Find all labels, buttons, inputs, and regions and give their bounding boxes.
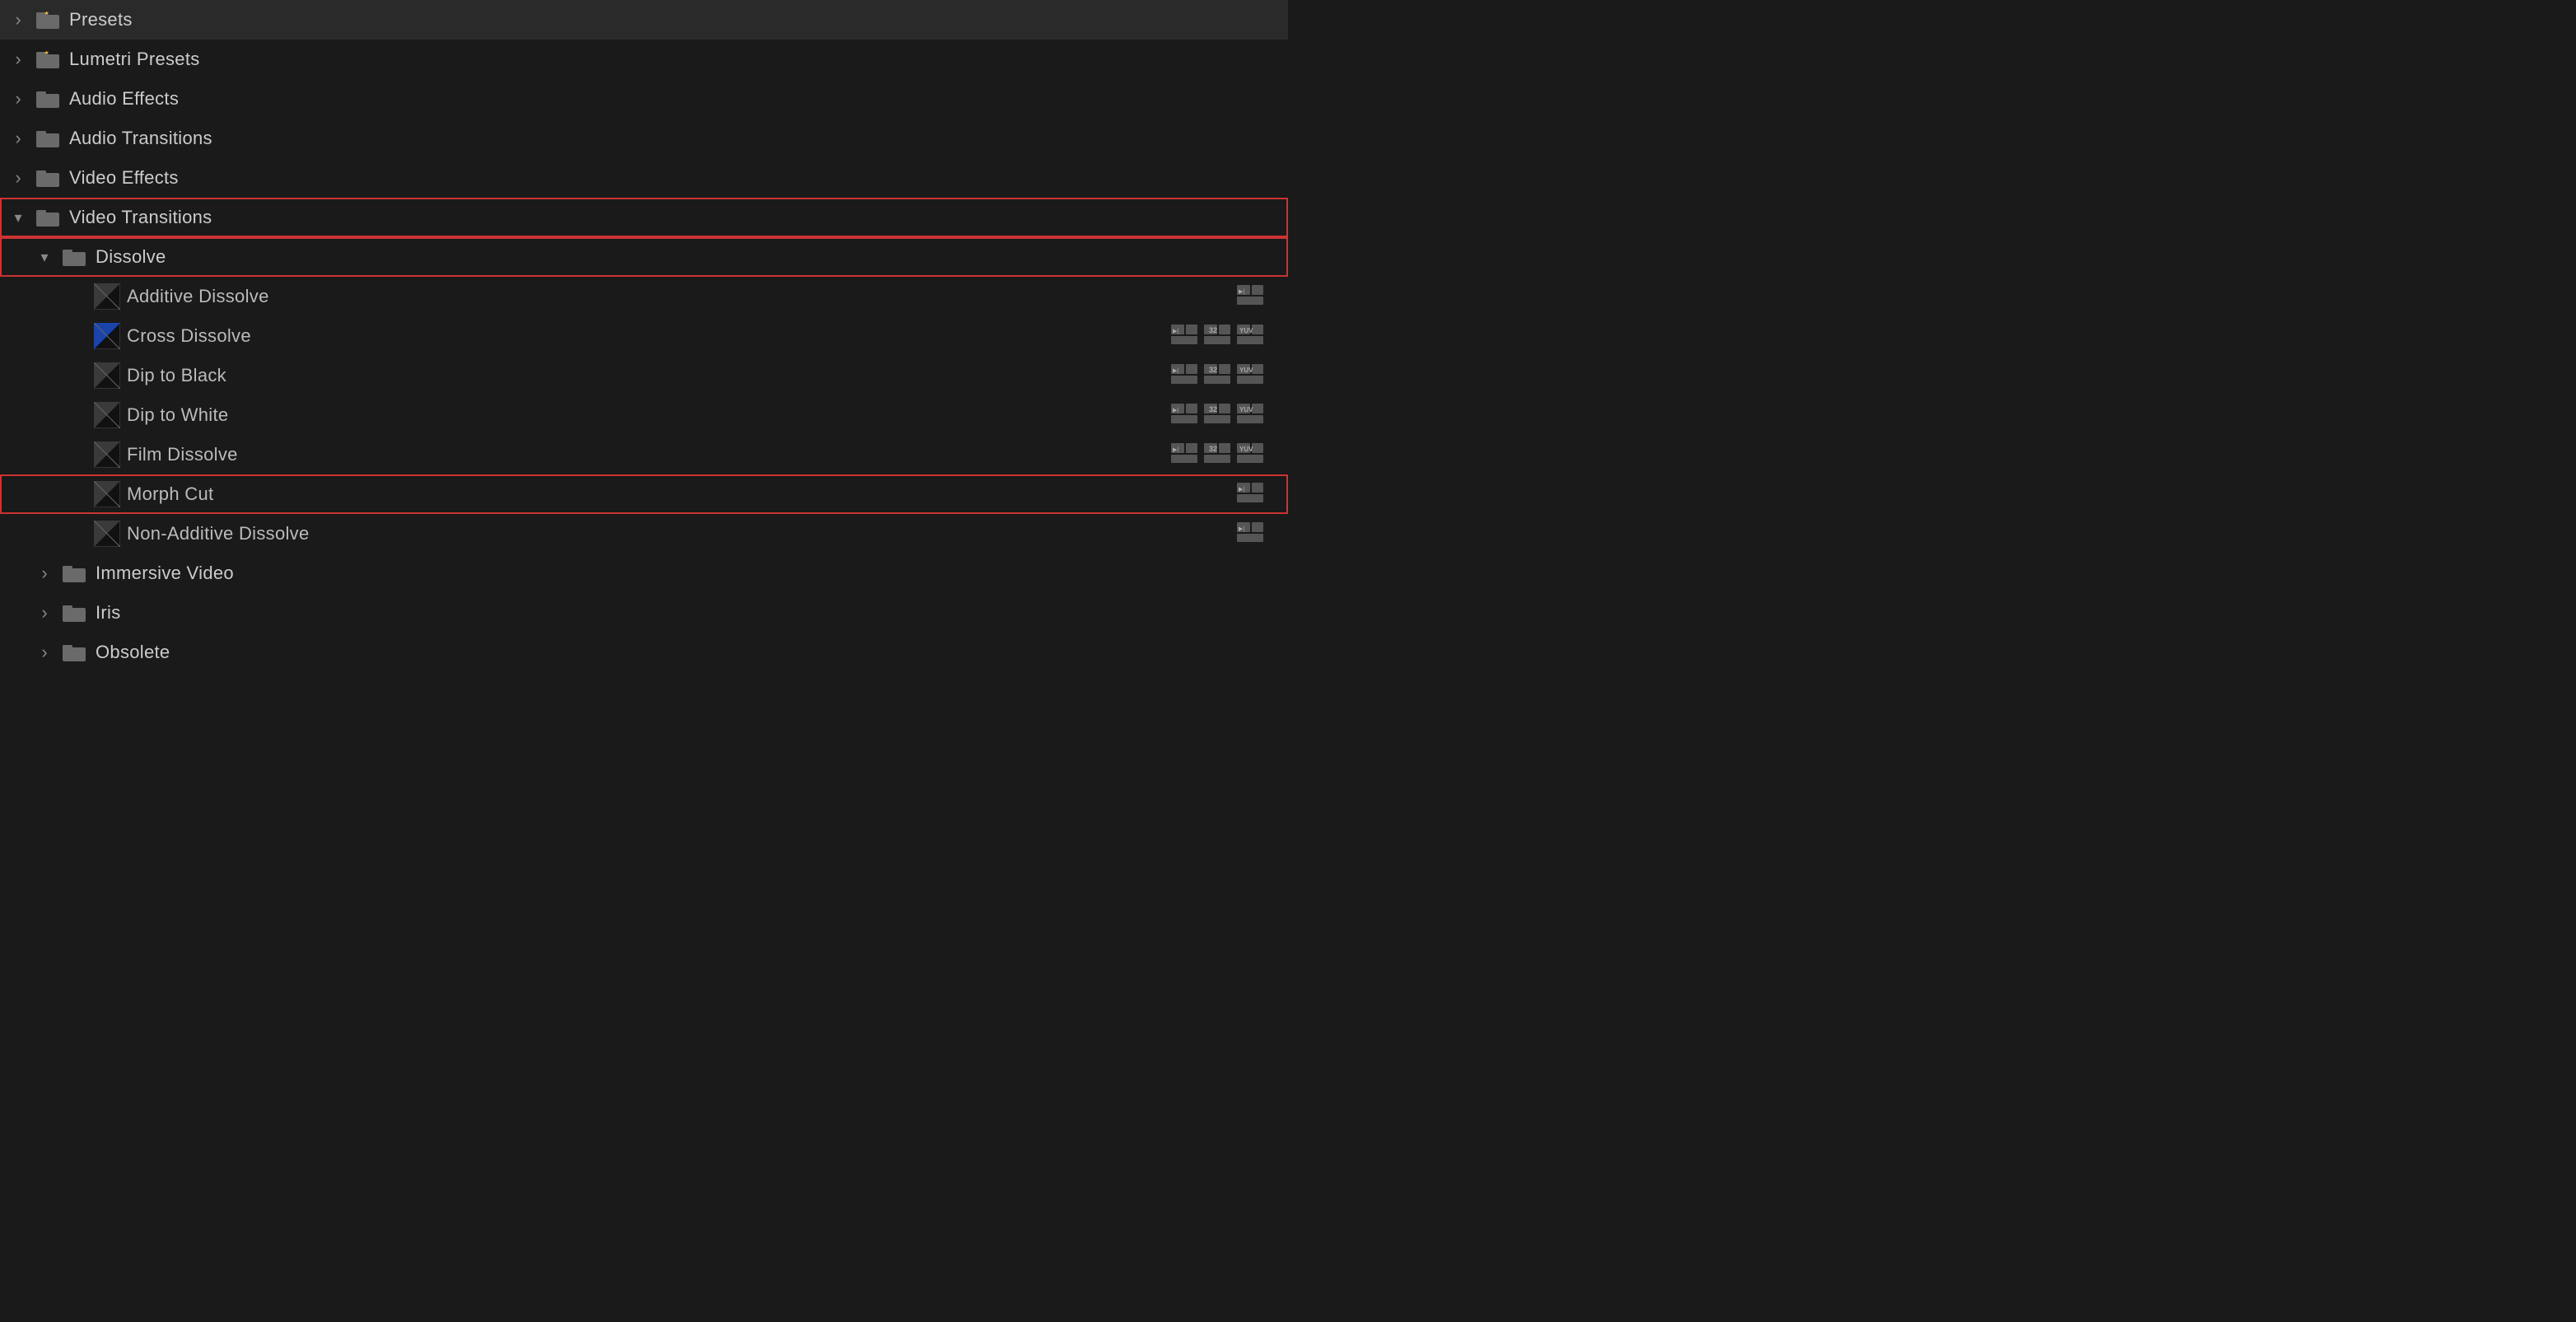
folder-icon [33, 166, 64, 190]
folder-icon [33, 86, 64, 111]
transition-icon [92, 361, 122, 390]
folder-icon [59, 245, 91, 269]
tree-item-obsolete[interactable]: › Obsolete [0, 633, 1288, 672]
badge-accelerated: ▶| [1235, 283, 1265, 311]
svg-text:YUV: YUV [1239, 327, 1253, 334]
chevron-icon[interactable]: › [33, 601, 56, 624]
item-label: Dip to White [127, 404, 1169, 426]
tree-item-iris[interactable]: › Iris [0, 593, 1288, 633]
folder-icon [33, 205, 64, 230]
chevron-icon[interactable]: › [7, 87, 30, 110]
folder-icon [59, 640, 91, 665]
badges-container: ▶| 32 YUV [1169, 362, 1265, 390]
chevron-icon[interactable]: ▾ [33, 245, 56, 269]
tree-item-video-transitions[interactable]: ▾ Video Transitions [0, 198, 1288, 237]
effects-panel: › Presets› Lumetri Presets› Audio Effect… [0, 0, 1288, 672]
chevron-icon[interactable]: › [7, 48, 30, 71]
tree-item-lumetri-presets[interactable]: › Lumetri Presets [0, 40, 1288, 79]
item-label: Audio Transitions [69, 128, 1281, 149]
badge-yuv: YUV [1235, 441, 1265, 469]
badges-container: ▶| 32 YUV [1169, 402, 1265, 429]
folder-icon [59, 600, 91, 625]
tree-item-morph-cut[interactable]: Morph Cut ▶| [0, 474, 1288, 514]
folder-icon [33, 7, 64, 32]
transition-icon [92, 282, 122, 311]
chevron-icon[interactable]: › [33, 641, 56, 664]
item-label: Morph Cut [127, 483, 1235, 505]
item-label: Obsolete [96, 642, 1281, 663]
badges-container: ▶| 32 YUV [1169, 323, 1265, 350]
badge-accelerated: ▶| [1169, 441, 1199, 469]
item-label: Lumetri Presets [69, 49, 1281, 70]
transition-icon [92, 479, 122, 509]
item-label: Cross Dissolve [127, 325, 1169, 347]
folder-icon [33, 47, 64, 72]
badge-32bit: 32 [1202, 441, 1232, 469]
svg-text:YUV: YUV [1239, 406, 1253, 413]
tree-item-additive-dissolve[interactable]: Additive Dissolve ▶| [0, 277, 1288, 316]
item-label: Film Dissolve [127, 444, 1169, 465]
badges-container: ▶| [1235, 481, 1265, 508]
badge-32bit: 32 [1202, 362, 1232, 390]
item-label: Audio Effects [69, 88, 1281, 110]
chevron-icon[interactable]: › [33, 562, 56, 585]
svg-text:32: 32 [1209, 326, 1217, 334]
tree-item-audio-effects[interactable]: › Audio Effects [0, 79, 1288, 119]
item-label: Dip to Black [127, 365, 1169, 386]
tree-item-non-additive-dissolve[interactable]: Non-Additive Dissolve ▶| [0, 514, 1288, 554]
item-label: Additive Dissolve [127, 286, 1235, 307]
item-label: Iris [96, 602, 1281, 624]
badges-container: ▶| 32 YUV [1169, 441, 1265, 469]
item-label: Immersive Video [96, 563, 1281, 584]
transition-icon [92, 321, 122, 351]
chevron-icon[interactable]: ▾ [7, 206, 30, 229]
chevron-icon[interactable]: › [7, 8, 30, 31]
item-label: Dissolve [96, 246, 1281, 268]
tree-item-video-effects[interactable]: › Video Effects [0, 158, 1288, 198]
svg-text:▶|: ▶| [1173, 368, 1178, 374]
svg-text:32: 32 [1209, 366, 1217, 374]
badge-yuv: YUV [1235, 323, 1265, 350]
badge-accelerated: ▶| [1169, 402, 1199, 429]
badge-32bit: 32 [1202, 323, 1232, 350]
badge-accelerated: ▶| [1169, 362, 1199, 390]
item-label: Video Effects [69, 167, 1281, 189]
folder-icon [59, 561, 91, 586]
svg-text:▶|: ▶| [1173, 447, 1178, 453]
transition-icon [92, 440, 122, 469]
tree-item-dip-to-black[interactable]: Dip to Black ▶| 32 YUV [0, 356, 1288, 395]
tree-item-immersive-video[interactable]: › Immersive Video [0, 554, 1288, 593]
badge-32bit: 32 [1202, 402, 1232, 429]
svg-text:32: 32 [1209, 405, 1217, 413]
tree-item-film-dissolve[interactable]: Film Dissolve ▶| 32 YUV [0, 435, 1288, 474]
svg-text:▶|: ▶| [1173, 329, 1178, 334]
svg-text:▶|: ▶| [1239, 289, 1244, 295]
badge-yuv: YUV [1235, 402, 1265, 429]
badge-accelerated: ▶| [1169, 323, 1199, 350]
svg-text:YUV: YUV [1239, 446, 1253, 453]
svg-text:YUV: YUV [1239, 367, 1253, 374]
badge-yuv: YUV [1235, 362, 1265, 390]
tree-item-dissolve[interactable]: ▾ Dissolve [0, 237, 1288, 277]
tree-item-cross-dissolve[interactable]: Cross Dissolve ▶| 32 YUV [0, 316, 1288, 356]
svg-text:32: 32 [1209, 445, 1217, 453]
chevron-icon[interactable]: › [7, 127, 30, 150]
transition-icon [92, 519, 122, 549]
badge-accelerated: ▶| [1235, 521, 1265, 548]
svg-text:▶|: ▶| [1239, 487, 1244, 493]
chevron-icon[interactable]: › [7, 166, 30, 189]
transition-icon [92, 400, 122, 430]
badge-accelerated: ▶| [1235, 481, 1265, 508]
badges-container: ▶| [1235, 521, 1265, 548]
item-label: Video Transitions [69, 207, 1281, 228]
badges-container: ▶| [1235, 283, 1265, 311]
tree-item-presets[interactable]: › Presets [0, 0, 1288, 40]
folder-icon [33, 126, 64, 151]
svg-text:▶|: ▶| [1239, 526, 1244, 532]
svg-text:▶|: ▶| [1173, 408, 1178, 413]
item-label: Presets [69, 9, 1281, 30]
tree-item-audio-transitions[interactable]: › Audio Transitions [0, 119, 1288, 158]
item-label: Non-Additive Dissolve [127, 523, 1235, 544]
tree-item-dip-to-white[interactable]: Dip to White ▶| 32 YUV [0, 395, 1288, 435]
